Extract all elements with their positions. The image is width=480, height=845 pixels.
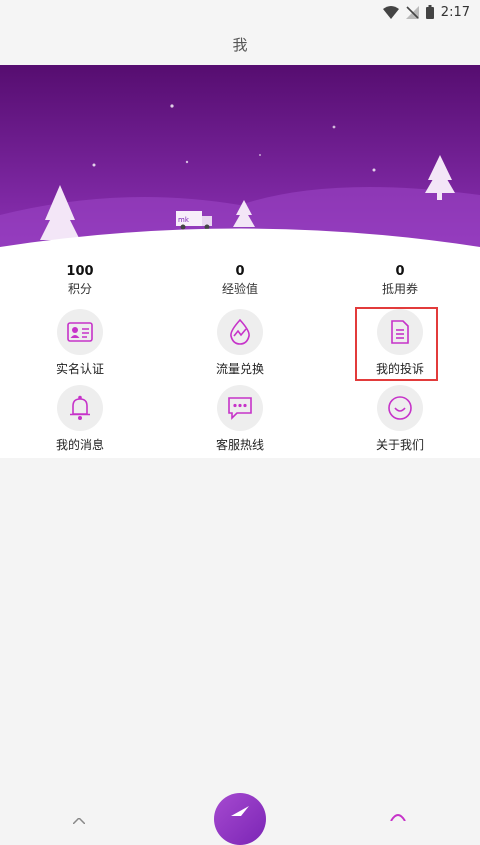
status-time: 2:17 [440,4,470,20]
document-icon [377,309,423,355]
stat-coupons-value: 0 [395,264,405,279]
menu-about-us[interactable]: 关于我们 [320,383,480,459]
menu-grid: 实名认证 流量兑换 我的投诉 我的消息 客服热线 关于我们 [0,307,480,459]
home-nav-icon[interactable] [72,809,86,828]
title-bar: 我 [0,24,480,65]
svg-text:mk: mk [178,216,190,224]
profile-banner: mk [0,65,480,255]
smile-icon [377,385,423,431]
menu-label: 我的消息 [55,438,104,452]
traffic-wave-icon [217,309,263,355]
stat-points-value: 100 [66,264,94,279]
stat-points-label: 积分 [67,282,92,296]
menu-my-messages[interactable]: 我的消息 [0,383,160,459]
id-card-icon [57,309,103,355]
profile-nav-icon[interactable] [390,806,406,825]
menu-traffic-exchange[interactable]: 流量兑换 [160,307,320,383]
menu-customer-service-hotline[interactable]: 客服热线 [160,383,320,459]
stat-coupons[interactable]: 0 抵用券 [320,263,480,307]
bell-icon [57,385,103,431]
wifi-icon [382,5,399,19]
stat-points[interactable]: 100 积分 [0,263,160,307]
menu-label: 实名认证 [55,362,104,376]
status-bar: 2:17 [0,0,480,24]
stat-experience-label: 经验值 [221,282,258,296]
chat-bubble-icon [217,385,263,431]
stat-experience[interactable]: 0 经验值 [160,263,320,307]
stat-experience-value: 0 [235,264,245,279]
battery-icon [425,5,434,19]
menu-label: 关于我们 [375,438,424,452]
send-icon [231,801,249,820]
stat-coupons-label: 抵用券 [381,282,418,296]
send-fab-button[interactable] [214,793,266,845]
page-title: 我 [232,36,248,54]
menu-label: 客服热线 [215,438,264,452]
menu-label: 流量兑换 [215,362,264,376]
menu-real-name-verification[interactable]: 实名认证 [0,307,160,383]
stats-row: 100 积分 0 经验值 0 抵用券 [0,263,480,307]
menu-my-complaints[interactable]: 我的投诉 [320,307,480,383]
no-signal-icon [405,5,419,19]
profile-card: 100 积分 0 经验值 0 抵用券 实名认证 流量兑换 我的投诉 我的消息 客… [0,255,480,458]
menu-label: 我的投诉 [375,362,424,376]
